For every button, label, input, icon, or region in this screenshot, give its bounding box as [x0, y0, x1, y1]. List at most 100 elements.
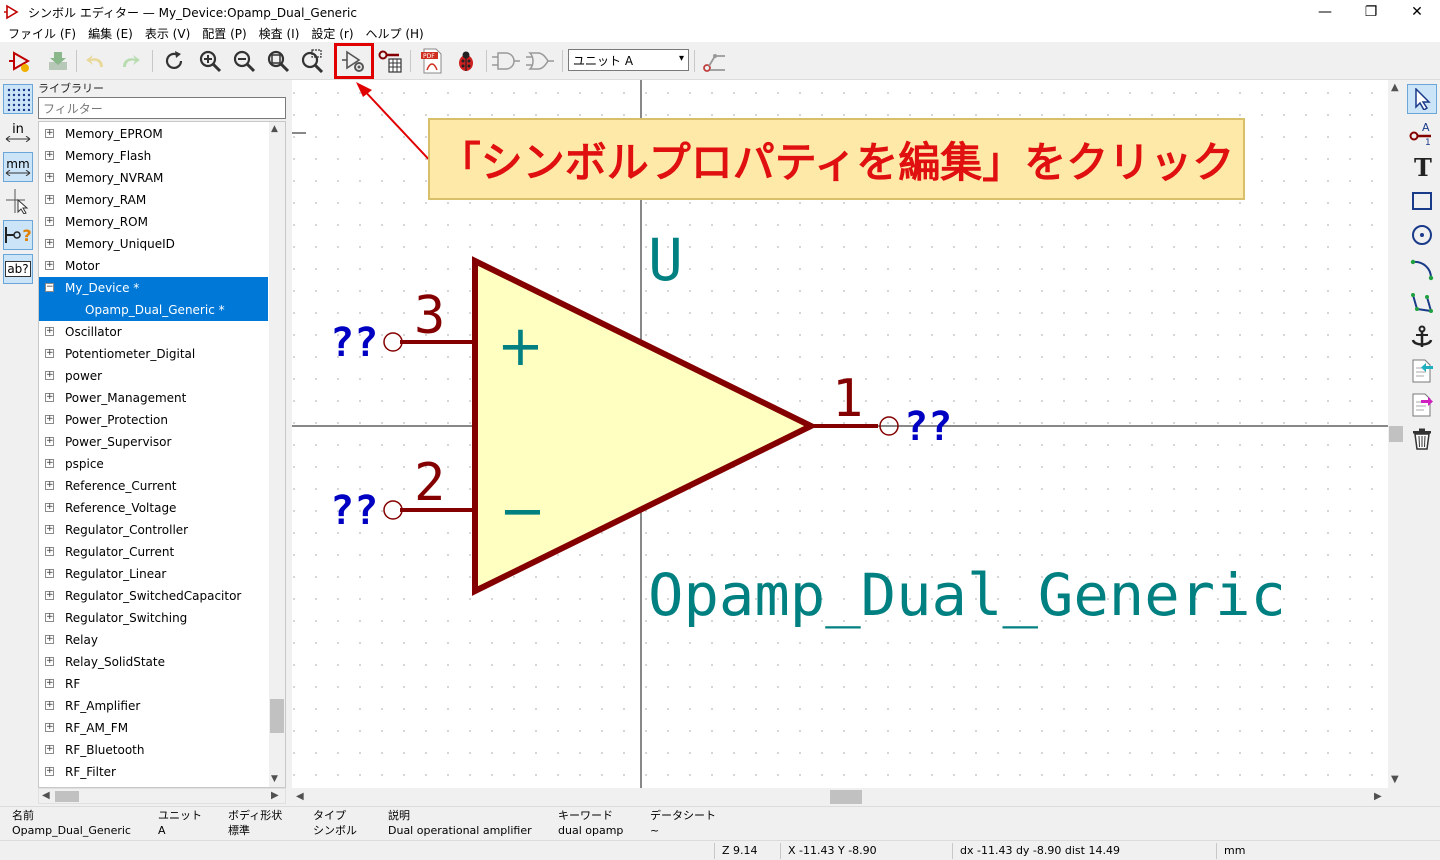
library-tree-hscrollbar[interactable]: ◀ ▶: [38, 788, 286, 804]
expand-icon[interactable]: +: [45, 767, 54, 776]
library-item[interactable]: + Power_Protection: [39, 409, 268, 431]
library-item[interactable]: + RF_AM_FM: [39, 717, 268, 739]
refresh-icon[interactable]: [160, 47, 188, 75]
cursor-crosshair-icon[interactable]: [3, 186, 33, 216]
pdf-export-icon[interactable]: PDF: [418, 47, 446, 75]
reference-field[interactable]: U: [648, 226, 683, 294]
value-field[interactable]: Opamp_Dual_Generic: [648, 561, 1286, 629]
canvas-vscrollbar[interactable]: ▲ ▼: [1388, 80, 1404, 788]
expand-icon[interactable]: +: [45, 327, 54, 336]
delete-icon[interactable]: [1407, 424, 1437, 454]
mm-units-button[interactable]: mm: [3, 152, 33, 182]
inch-units-button[interactable]: in: [3, 118, 33, 148]
expand-icon[interactable]: +: [45, 569, 54, 578]
library-item[interactable]: + Reference_Voltage: [39, 497, 268, 519]
scroll-right-icon[interactable]: ▶: [1374, 791, 1382, 802]
expand-icon[interactable]: +: [45, 701, 54, 710]
close-button[interactable]: ✕: [1394, 0, 1440, 24]
pin-connection-icon[interactable]: [700, 47, 728, 75]
library-symbol-item[interactable]: Opamp_Dual_Generic *: [39, 299, 268, 321]
expand-icon[interactable]: +: [45, 371, 54, 380]
text-field-toggle-icon[interactable]: ab?: [3, 254, 33, 284]
expand-icon[interactable]: +: [45, 679, 54, 688]
library-item[interactable]: + Memory_EPROM: [39, 123, 268, 145]
menu-inspect[interactable]: 検査 (I): [253, 25, 306, 42]
anchor-icon[interactable]: [1407, 322, 1437, 352]
de-morgan-standard-icon[interactable]: [492, 47, 520, 75]
unit-select[interactable]: ユニット A ▾: [568, 49, 689, 71]
expand-icon[interactable]: +: [45, 173, 54, 182]
menu-view[interactable]: 表示 (V): [139, 25, 196, 42]
library-item[interactable]: + RF_Bluetooth: [39, 739, 268, 761]
expand-icon[interactable]: +: [45, 525, 54, 534]
add-rectangle-icon[interactable]: [1407, 186, 1437, 216]
restore-button[interactable]: ❐: [1348, 0, 1394, 24]
library-item[interactable]: − My_Device *: [39, 277, 268, 299]
expand-icon[interactable]: +: [45, 481, 54, 490]
expand-icon[interactable]: +: [45, 129, 54, 138]
library-filter-input[interactable]: フィルター: [38, 97, 286, 119]
expand-icon[interactable]: +: [45, 635, 54, 644]
add-arc-icon[interactable]: [1407, 254, 1437, 284]
expand-icon[interactable]: +: [45, 437, 54, 446]
expand-icon[interactable]: +: [45, 195, 54, 204]
expand-icon[interactable]: +: [45, 745, 54, 754]
library-item[interactable]: + Reference_Current: [39, 475, 268, 497]
scroll-up-icon[interactable]: ▲: [1391, 82, 1399, 93]
library-item[interactable]: + Memory_UniqueID: [39, 233, 268, 255]
expand-icon[interactable]: +: [45, 547, 54, 556]
redo-icon[interactable]: [116, 47, 144, 75]
library-item[interactable]: + RF_Amplifier: [39, 695, 268, 717]
expand-icon[interactable]: +: [45, 239, 54, 248]
expand-icon[interactable]: +: [45, 459, 54, 468]
scroll-thumb[interactable]: [55, 791, 79, 802]
select-arrow-icon[interactable]: [1407, 84, 1437, 114]
grid-toggle-icon[interactable]: [3, 84, 33, 114]
scroll-right-icon[interactable]: ▶: [271, 790, 279, 801]
library-item[interactable]: + Motor: [39, 255, 268, 277]
scroll-thumb[interactable]: [1389, 426, 1403, 442]
library-item[interactable]: + Power_Supervisor: [39, 431, 268, 453]
menu-settings[interactable]: 設定 (r): [305, 25, 359, 42]
library-item[interactable]: + Regulator_Linear: [39, 563, 268, 585]
library-item[interactable]: + RF_Filter: [39, 761, 268, 783]
zoom-fit-icon[interactable]: [264, 47, 292, 75]
library-tree[interactable]: + Memory_EPROM + Memory_Flash + Memory_NVRAM +…: [38, 121, 286, 788]
library-item[interactable]: + Oscillator: [39, 321, 268, 343]
save-icon[interactable]: [44, 47, 72, 75]
library-item[interactable]: + pspice: [39, 453, 268, 475]
library-item[interactable]: + Memory_ROM: [39, 211, 268, 233]
zoom-in-icon[interactable]: [196, 47, 224, 75]
export-symbol-icon[interactable]: [1407, 390, 1437, 420]
scroll-down-icon[interactable]: ▼: [1391, 774, 1399, 785]
add-pin-icon[interactable]: A1: [1407, 118, 1437, 148]
library-item[interactable]: + RF: [39, 673, 268, 695]
add-circle-icon[interactable]: [1407, 220, 1437, 250]
library-item[interactable]: + Memory_RAM: [39, 189, 268, 211]
library-item[interactable]: + Regulator_Controller: [39, 519, 268, 541]
add-text-icon[interactable]: T: [1407, 152, 1437, 182]
expand-icon[interactable]: +: [45, 217, 54, 226]
zoom-selection-icon[interactable]: [298, 47, 326, 75]
menu-edit[interactable]: 編集 (E): [82, 25, 139, 42]
library-item[interactable]: + power: [39, 365, 268, 387]
scroll-thumb[interactable]: [270, 699, 284, 733]
library-item[interactable]: + Relay_SolidState: [39, 651, 268, 673]
library-item[interactable]: + Memory_NVRAM: [39, 167, 268, 189]
menu-file[interactable]: ファイル (F): [2, 25, 82, 42]
expand-icon[interactable]: +: [45, 657, 54, 666]
expand-icon[interactable]: +: [45, 261, 54, 270]
pin-type-toggle-icon[interactable]: ?: [3, 220, 33, 250]
library-item[interactable]: + Regulator_Switching: [39, 607, 268, 629]
expand-icon[interactable]: +: [45, 723, 54, 732]
expand-icon[interactable]: +: [45, 613, 54, 622]
expand-icon[interactable]: +: [45, 591, 54, 600]
scroll-up-icon[interactable]: ▲: [271, 124, 278, 134]
library-item[interactable]: + Power_Management: [39, 387, 268, 409]
undo-icon[interactable]: [82, 47, 110, 75]
expand-icon[interactable]: +: [45, 415, 54, 424]
scroll-thumb[interactable]: [830, 790, 862, 804]
add-polyline-icon[interactable]: [1407, 288, 1437, 318]
expand-icon[interactable]: +: [45, 349, 54, 358]
scroll-left-icon[interactable]: ◀: [296, 791, 304, 802]
